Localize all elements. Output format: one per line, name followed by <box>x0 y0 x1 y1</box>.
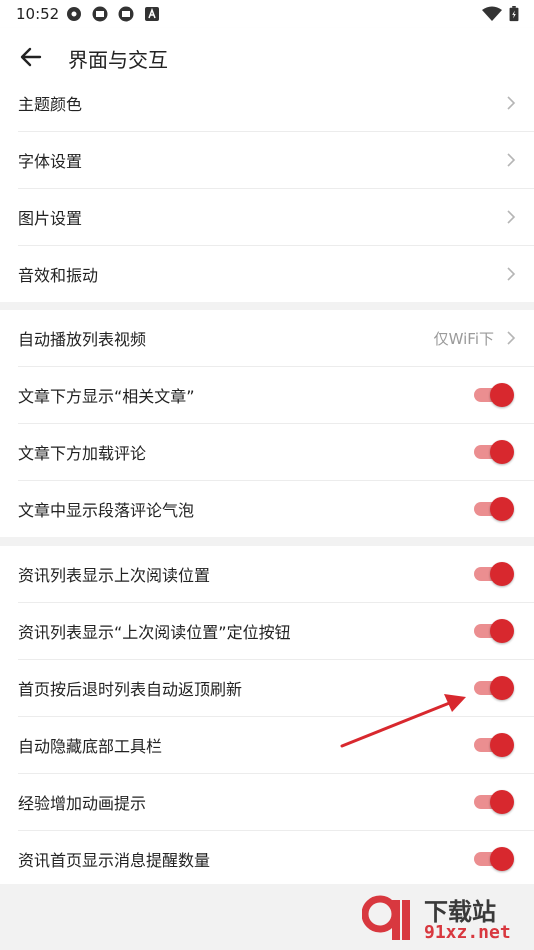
setting-row-image[interactable]: 图片设置 <box>18 189 534 246</box>
setting-row-last-read-position: 资讯列表显示上次阅读位置 <box>18 546 534 603</box>
setting-row-load-comments: 文章下方加载评论 <box>18 424 534 481</box>
settings-section-article: 自动播放列表视频 仅WiFi下 文章下方显示“相关文章” 文章下方加载评论 文章… <box>0 310 534 537</box>
setting-row-sound-vibration[interactable]: 音效和振动 <box>18 246 534 302</box>
setting-label: 自动隐藏底部工具栏 <box>18 737 163 756</box>
setting-label: 经验增加动画提示 <box>18 794 147 813</box>
setting-label: 自动播放列表视频 <box>18 330 147 349</box>
setting-label: 资讯列表显示上次阅读位置 <box>18 566 211 585</box>
setting-row-back-refresh: 首页按后退时列表自动返顶刷新 <box>18 660 534 717</box>
setting-label: 资讯列表显示“上次阅读位置”定位按钮 <box>18 623 291 642</box>
notification-icon <box>92 6 108 22</box>
chevron-right-icon <box>507 153 516 167</box>
settings-section-appearance: 主题颜色 字体设置 图片设置 音效和振动 <box>0 75 534 302</box>
toggle-switch[interactable] <box>474 383 514 407</box>
a-icon <box>145 7 159 21</box>
watermark-url: 91xz.net <box>424 922 511 943</box>
toggle-switch[interactable] <box>474 497 514 521</box>
toggle-switch[interactable] <box>474 440 514 464</box>
toggle-switch[interactable] <box>474 790 514 814</box>
setting-label: 资讯首页显示消息提醒数量 <box>18 851 211 870</box>
toggle-switch[interactable] <box>474 562 514 586</box>
watermark: 下载站 91xz.net <box>358 892 528 946</box>
setting-label: 图片设置 <box>18 209 83 228</box>
setting-label: 字体设置 <box>18 152 83 171</box>
setting-value: 仅WiFi下 <box>433 329 494 348</box>
logo-icon <box>362 895 410 940</box>
arrow-left-icon[interactable] <box>18 44 44 70</box>
setting-row-theme-color[interactable]: 主题颜色 <box>18 75 534 132</box>
setting-label: 首页按后退时列表自动返顶刷新 <box>18 680 243 699</box>
chevron-right-icon <box>507 210 516 224</box>
setting-row-last-read-button: 资讯列表显示“上次阅读位置”定位按钮 <box>18 603 534 660</box>
chevron-right-icon <box>507 331 516 345</box>
notification-icon <box>118 6 134 22</box>
setting-label: 音效和振动 <box>18 266 99 285</box>
toggle-switch[interactable] <box>474 733 514 757</box>
setting-row-exp-animation: 经验增加动画提示 <box>18 774 534 831</box>
status-time: 10:52 <box>16 5 60 23</box>
setting-label: 文章下方显示“相关文章” <box>18 387 195 406</box>
toggle-switch[interactable] <box>474 619 514 643</box>
toggle-switch[interactable] <box>474 847 514 871</box>
setting-label: 主题颜色 <box>18 95 83 114</box>
wifi-icon <box>482 6 502 21</box>
setting-row-autoplay-video[interactable]: 自动播放列表视频 仅WiFi下 <box>18 310 534 367</box>
toggle-switch[interactable] <box>474 676 514 700</box>
setting-row-paragraph-bubbles: 文章中显示段落评论气泡 <box>18 481 534 537</box>
status-bar: 10:52 <box>0 0 534 28</box>
battery-icon <box>509 6 519 22</box>
chevron-right-icon <box>507 267 516 281</box>
app-icon <box>67 7 81 21</box>
setting-row-hide-toolbar: 自动隐藏底部工具栏 <box>18 717 534 774</box>
setting-row-related-articles: 文章下方显示“相关文章” <box>18 367 534 424</box>
settings-section-feed: 资讯列表显示上次阅读位置 资讯列表显示“上次阅读位置”定位按钮 首页按后退时列表… <box>0 546 534 884</box>
setting-label: 文章中显示段落评论气泡 <box>18 501 195 520</box>
page-title: 界面与交互 <box>68 48 168 72</box>
setting-label: 文章下方加载评论 <box>18 444 147 463</box>
setting-row-message-badge: 资讯首页显示消息提醒数量 <box>18 831 534 887</box>
chevron-right-icon <box>507 96 516 110</box>
setting-row-font[interactable]: 字体设置 <box>18 132 534 189</box>
